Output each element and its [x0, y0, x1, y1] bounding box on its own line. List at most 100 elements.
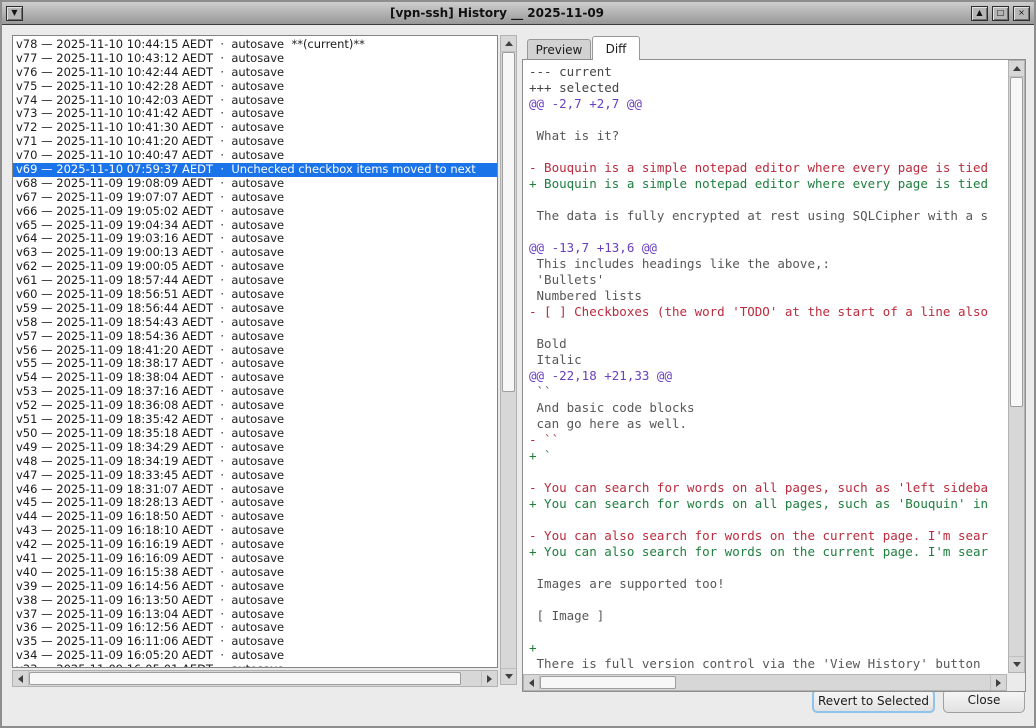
history-row[interactable]: v51 — 2025-11-09 18:35:42 AEDT · autosav…: [13, 413, 497, 427]
diff-line: There is full version control via the 'V…: [529, 656, 1007, 672]
diff-line: [ Image ]: [529, 608, 1007, 624]
history-row[interactable]: v34 — 2025-11-09 16:05:20 AEDT · autosav…: [13, 649, 497, 663]
history-row[interactable]: v75 — 2025-11-10 10:42:28 AEDT · autosav…: [13, 80, 497, 94]
diff-line: can go here as well.: [529, 416, 1007, 432]
history-row[interactable]: v37 — 2025-11-09 16:13:04 AEDT · autosav…: [13, 608, 497, 622]
diff-line: [529, 144, 1007, 160]
diff-line: + `: [529, 448, 1007, 464]
scroll-up-icon[interactable]: [1009, 61, 1024, 77]
scroll-right-icon[interactable]: [990, 675, 1006, 690]
scroll-right-icon[interactable]: [481, 671, 497, 686]
history-row[interactable]: v76 — 2025-11-10 10:42:44 AEDT · autosav…: [13, 66, 497, 80]
diff-line: Italic: [529, 352, 1007, 368]
tab-diff[interactable]: Diff: [592, 36, 640, 60]
history-row[interactable]: v52 — 2025-11-09 18:36:08 AEDT · autosav…: [13, 399, 497, 413]
history-row[interactable]: v72 — 2025-11-10 10:41:30 AEDT · autosav…: [13, 121, 497, 135]
history-row[interactable]: v45 — 2025-11-09 18:28:13 AEDT · autosav…: [13, 496, 497, 510]
diff-hscrollbar-thumb[interactable]: [540, 676, 676, 689]
scroll-down-icon[interactable]: [501, 668, 516, 684]
history-row[interactable]: v40 — 2025-11-09 16:15:38 AEDT · autosav…: [13, 566, 497, 580]
window-title: [vpn-ssh] History __ 2025-11-09: [25, 6, 969, 20]
diff-text[interactable]: --- current+++ selected@@ -2,7 +2,7 @@ W…: [523, 60, 1007, 673]
diff-line: - Bouquin is a simple notepad editor whe…: [529, 160, 1007, 176]
history-row[interactable]: v36 — 2025-11-09 16:12:56 AEDT · autosav…: [13, 621, 497, 635]
history-row[interactable]: v68 — 2025-11-09 19:08:09 AEDT · autosav…: [13, 177, 497, 191]
history-hscrollbar-thumb[interactable]: [29, 672, 461, 685]
history-row[interactable]: v64 — 2025-11-09 19:03:16 AEDT · autosav…: [13, 232, 497, 246]
close-window-button[interactable]: ×: [1013, 6, 1030, 21]
history-row[interactable]: v46 — 2025-11-09 18:31:07 AEDT · autosav…: [13, 483, 497, 497]
diff-line: - ``: [529, 432, 1007, 448]
diff-line: @@ -13,7 +13,6 @@: [529, 240, 1007, 256]
diff-line: + You can also search for words on the c…: [529, 544, 1007, 560]
scroll-left-icon[interactable]: [524, 675, 540, 690]
shade-button[interactable]: ▲: [971, 6, 988, 21]
diff-line: Numbered lists: [529, 288, 1007, 304]
history-row[interactable]: v77 — 2025-11-10 10:43:12 AEDT · autosav…: [13, 52, 497, 66]
history-row[interactable]: v63 — 2025-11-09 19:00:13 AEDT · autosav…: [13, 246, 497, 260]
history-row[interactable]: v62 — 2025-11-09 19:00:05 AEDT · autosav…: [13, 260, 497, 274]
history-row[interactable]: v53 — 2025-11-09 18:37:16 AEDT · autosav…: [13, 385, 497, 399]
close-dialog-button[interactable]: Close: [943, 689, 1025, 713]
diff-vscrollbar[interactable]: [1008, 60, 1025, 673]
diff-line: [529, 224, 1007, 240]
scroll-down-icon[interactable]: [1009, 656, 1024, 672]
history-row[interactable]: v66 — 2025-11-09 19:05:02 AEDT · autosav…: [13, 205, 497, 219]
history-row[interactable]: v65 — 2025-11-09 19:04:34 AEDT · autosav…: [13, 219, 497, 233]
history-row[interactable]: v73 — 2025-11-10 10:41:42 AEDT · autosav…: [13, 107, 497, 121]
diff-line: + You can search for words on all pages,…: [529, 496, 1007, 512]
history-vscrollbar-thumb[interactable]: [502, 52, 515, 392]
history-row[interactable]: v44 — 2025-11-09 16:18:50 AEDT · autosav…: [13, 510, 497, 524]
diff-vscrollbar-thumb[interactable]: [1010, 77, 1023, 407]
history-row[interactable]: v50 — 2025-11-09 18:35:18 AEDT · autosav…: [13, 427, 497, 441]
history-row[interactable]: v61 — 2025-11-09 18:57:44 AEDT · autosav…: [13, 274, 497, 288]
history-row[interactable]: v38 — 2025-11-09 16:13:50 AEDT · autosav…: [13, 594, 497, 608]
history-row[interactable]: v33 — 2025-11-09 16:05:01 AEDT · autosav…: [13, 663, 497, 668]
history-hscrollbar[interactable]: [12, 670, 498, 687]
history-row[interactable]: v59 — 2025-11-09 18:56:44 AEDT · autosav…: [13, 302, 497, 316]
diff-line: + Bouquin is a simple notepad editor whe…: [529, 176, 1007, 192]
history-row[interactable]: v49 — 2025-11-09 18:34:29 AEDT · autosav…: [13, 441, 497, 455]
history-row[interactable]: v54 — 2025-11-09 18:38:04 AEDT · autosav…: [13, 371, 497, 385]
history-row[interactable]: v55 — 2025-11-09 18:38:17 AEDT · autosav…: [13, 357, 497, 371]
diff-hscrollbar[interactable]: [523, 674, 1007, 691]
history-row[interactable]: v56 — 2025-11-09 18:41:20 AEDT · autosav…: [13, 344, 497, 358]
history-row[interactable]: v69 — 2025-11-10 07:59:37 AEDT · Uncheck…: [13, 163, 497, 177]
diff-line: [529, 592, 1007, 608]
tab-preview-label: Preview: [536, 43, 583, 57]
shade-icon: ▲: [976, 9, 982, 17]
history-row[interactable]: v71 — 2025-11-10 10:41:20 AEDT · autosav…: [13, 135, 497, 149]
diff-line: Images are supported too!: [529, 576, 1007, 592]
revert-to-selected-button[interactable]: Revert to Selected: [812, 689, 935, 713]
history-row[interactable]: v70 — 2025-11-10 10:40:47 AEDT · autosav…: [13, 149, 497, 163]
maximize-button[interactable]: □: [992, 6, 1009, 21]
history-row[interactable]: v58 — 2025-11-09 18:54:43 AEDT · autosav…: [13, 316, 497, 330]
diff-line: [529, 512, 1007, 528]
history-row[interactable]: v48 — 2025-11-09 18:34:19 AEDT · autosav…: [13, 455, 497, 469]
scrollbar-corner: [1007, 673, 1025, 691]
history-row[interactable]: v60 — 2025-11-09 18:56:51 AEDT · autosav…: [13, 288, 497, 302]
history-row[interactable]: v57 — 2025-11-09 18:54:36 AEDT · autosav…: [13, 330, 497, 344]
history-row[interactable]: v74 — 2025-11-10 10:42:03 AEDT · autosav…: [13, 94, 497, 108]
scroll-up-icon[interactable]: [501, 36, 516, 52]
diff-line: +: [529, 640, 1007, 656]
window-menu-icon: ▼: [11, 9, 17, 17]
history-row[interactable]: v78 — 2025-11-10 10:44:15 AEDT · autosav…: [13, 38, 497, 52]
history-row[interactable]: v42 — 2025-11-09 16:16:19 AEDT · autosav…: [13, 538, 497, 552]
history-window: ▼ [vpn-ssh] History __ 2025-11-09 ▲ □ × …: [0, 0, 1036, 728]
close-icon: ×: [1018, 9, 1025, 17]
history-vscrollbar[interactable]: [500, 35, 517, 685]
diff-line: What is it?: [529, 128, 1007, 144]
history-row[interactable]: v47 — 2025-11-09 18:33:45 AEDT · autosav…: [13, 469, 497, 483]
history-row[interactable]: v67 — 2025-11-09 19:07:07 AEDT · autosav…: [13, 191, 497, 205]
history-row[interactable]: v39 — 2025-11-09 16:14:56 AEDT · autosav…: [13, 580, 497, 594]
tab-diff-label: Diff: [606, 42, 627, 56]
history-row[interactable]: v41 — 2025-11-09 16:16:09 AEDT · autosav…: [13, 552, 497, 566]
tab-preview[interactable]: Preview: [527, 39, 591, 59]
scroll-left-icon[interactable]: [13, 671, 29, 686]
window-menu-button[interactable]: ▼: [6, 6, 23, 21]
diff-line: --- current: [529, 64, 1007, 80]
history-row[interactable]: v43 — 2025-11-09 16:18:10 AEDT · autosav…: [13, 524, 497, 538]
history-list[interactable]: v78 — 2025-11-10 10:44:15 AEDT · autosav…: [12, 35, 498, 668]
history-row[interactable]: v35 — 2025-11-09 16:11:06 AEDT · autosav…: [13, 635, 497, 649]
